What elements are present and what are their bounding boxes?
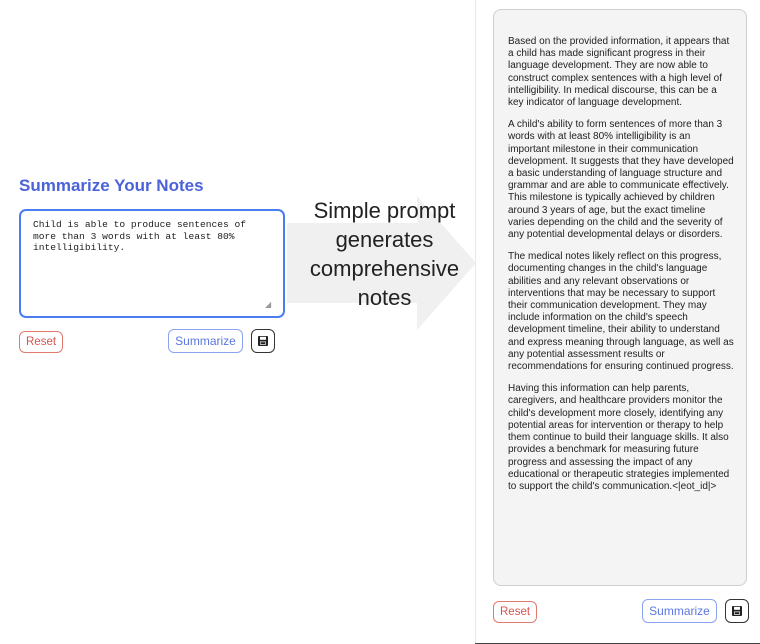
summary-paragraph-2: A child's ability to form sentences of m… [508,119,734,241]
summary-paragraph-4: Having this information can help parents… [508,383,730,492]
arrow-caption-line-1: Simple prompt [313,198,456,223]
arrow-caption-line-2: generates [335,227,434,252]
summary-paragraph-3: The medical notes likely reflect on this… [508,251,734,373]
summary-paragraph-1: Based on the provided information, it ap… [508,36,730,109]
summarize-label: Summarize [649,604,710,618]
arrow-caption-line-3: comprehensive [309,256,460,281]
floppy-disk-icon [732,606,742,616]
reset-label: Reset [500,606,531,618]
save-button[interactable] [725,599,749,623]
reset-button[interactable]: Reset [493,601,538,623]
save-button[interactable] [251,329,275,353]
panel-title: Summarize Your Notes [19,176,204,195]
arrow-caption: Simple prompt generates comprehensive no… [292,196,477,312]
summarize-button[interactable]: Summarize [168,329,243,353]
arrow-caption-line-4: notes [357,285,412,310]
reset-label: Reset [26,336,57,348]
summarize-button[interactable]: Summarize [642,599,717,623]
panel-divider [475,0,476,644]
floppy-disk-icon [258,336,268,346]
reset-button[interactable]: Reset [19,331,64,353]
summarize-label: Summarize [175,334,236,348]
summary-output: Based on the provided information, it ap… [493,9,747,586]
notes-input[interactable]: Child is able to produce sentences of mo… [19,209,285,318]
